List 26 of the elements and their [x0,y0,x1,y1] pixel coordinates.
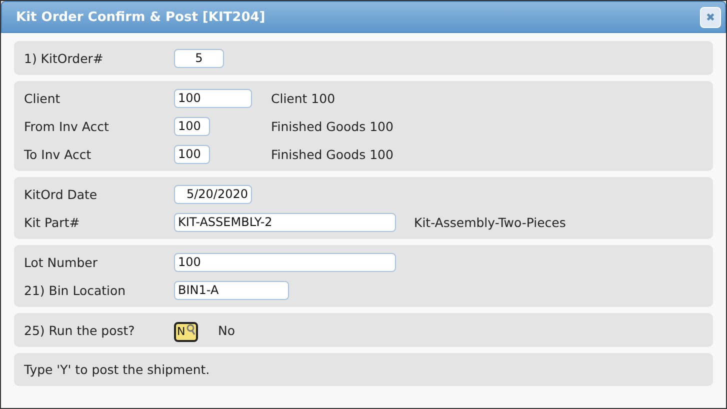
field-description: Finished Goods 100 [271,118,394,134]
input-field[interactable]: 100 [174,144,210,164]
field-label: 21) Bin Location [24,282,127,298]
flag-input-field[interactable]: N [174,322,198,342]
input-field[interactable]: BIN1-A [174,280,289,300]
input-field[interactable]: 100 [174,88,252,108]
hint-text: Type 'Y' to post the shipment. [24,361,211,379]
field-label: 25) Run the post? [24,322,136,338]
input-field[interactable]: KIT-ASSEMBLY-2 [174,212,396,232]
field-label: Client [24,90,62,106]
field-label: To Inv Acct [24,146,92,162]
field-description: No [218,322,235,338]
field-label: Lot Number [24,254,98,270]
input-field[interactable]: 100 [174,116,210,136]
field-label: From Inv Acct [24,118,110,134]
field-description: Finished Goods 100 [271,146,394,162]
field-label: 1) KitOrder# [24,50,104,66]
field-description: Kit-Assembly-Two-Pieces [414,214,566,230]
field-label: KitOrd Date [24,186,98,202]
input-field[interactable]: 5 [174,48,224,68]
field-label: Kit Part# [24,214,81,230]
input-field[interactable]: 100 [174,252,396,272]
input-field[interactable]: 5/20/2020 [174,184,252,204]
field-description: Client 100 [271,90,336,106]
magnifier-icon [186,324,195,335]
window-title: Kit Order Confirm & Post [KIT204] [16,10,266,24]
